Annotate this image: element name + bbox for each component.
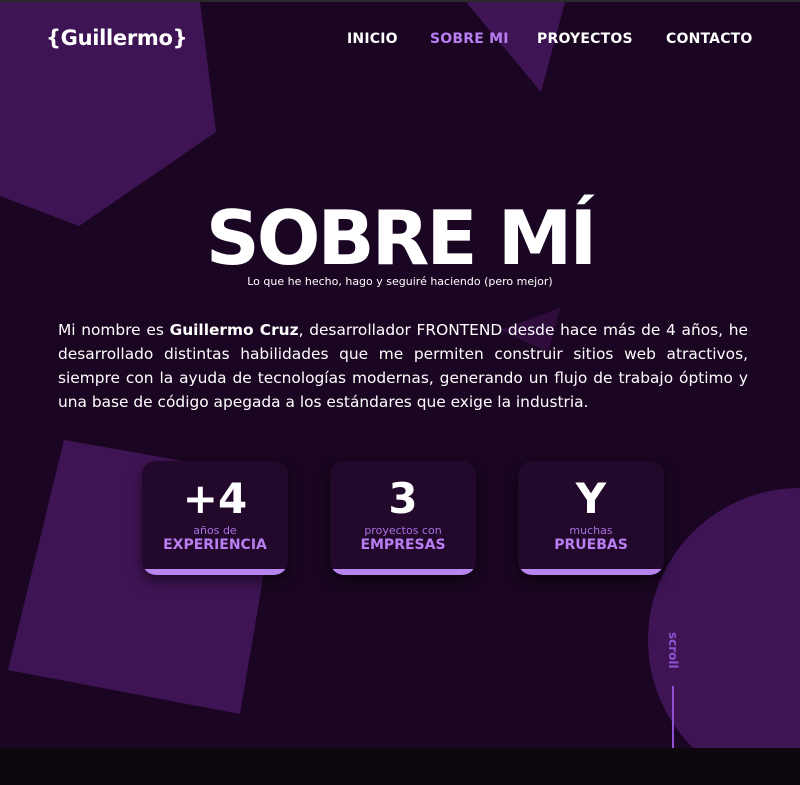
card-accent-bar: [518, 569, 664, 575]
bio-name: Guillermo Cruz: [169, 321, 299, 339]
nav-item-contacto[interactable]: CONTACTO: [666, 31, 753, 47]
page-title: SOBRE MÍ: [205, 194, 598, 282]
stat-value: 3: [388, 474, 418, 523]
stat-card-tests: Y muchas PRUEBAS: [518, 461, 664, 575]
stat-label: PRUEBAS: [554, 537, 628, 553]
stat-caption: proyectos con: [364, 524, 442, 537]
card-accent-bar: [142, 569, 288, 575]
main-nav: INICIO SOBRE MI PROYECTOS CONTACTO: [0, 31, 800, 51]
top-border: [0, 0, 800, 2]
about-page: {Guillermo} INICIO SOBRE MI PROYECTOS CO…: [0, 0, 800, 785]
stat-caption: años de: [193, 524, 237, 537]
stat-card-companies: 3 proyectos con EMPRESAS: [330, 461, 476, 575]
bio-intro: Mi nombre es: [58, 321, 170, 339]
scroll-indicator-line: [672, 686, 674, 748]
card-accent-bar: [330, 569, 476, 575]
nav-item-inicio[interactable]: INICIO: [347, 31, 398, 47]
bio-paragraph: Mi nombre es Guillermo Cruz, desarrollad…: [58, 318, 748, 414]
stat-card-experience: +4 años de EXPERIENCIA: [142, 461, 288, 575]
nav-item-sobre-mi[interactable]: SOBRE MI: [430, 31, 509, 47]
stat-value: +4: [182, 474, 248, 523]
nav-item-proyectos[interactable]: PROYECTOS: [537, 31, 633, 47]
page-subtitle: Lo que he hecho, hago y seguiré haciendo…: [247, 275, 553, 288]
bottom-band: [0, 748, 800, 785]
stat-caption: muchas: [569, 524, 613, 537]
stat-label: EXPERIENCIA: [163, 537, 267, 553]
stat-label: EMPRESAS: [360, 537, 446, 553]
stat-value: Y: [575, 474, 607, 523]
scroll-indicator-label[interactable]: scroll: [666, 632, 680, 669]
